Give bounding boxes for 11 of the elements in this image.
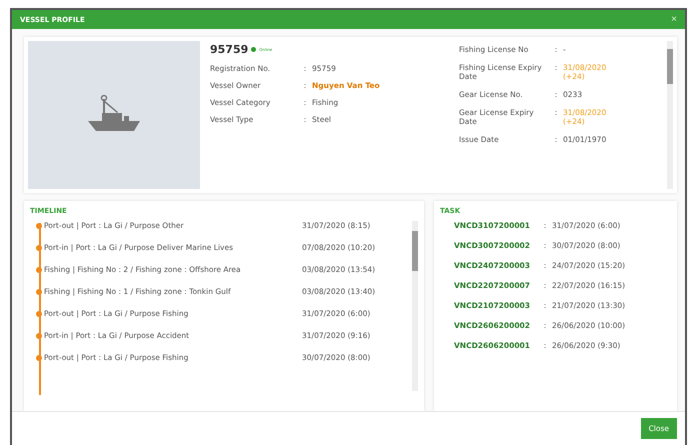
timeline-dot <box>36 244 42 250</box>
scrollbar[interactable] <box>412 221 418 391</box>
timeline-dot <box>36 266 42 272</box>
timeline-dot <box>36 222 42 228</box>
vessel-number: 95759 <box>210 43 248 56</box>
timeline-dot <box>36 354 42 360</box>
scrollbar[interactable] <box>667 41 673 189</box>
close-button[interactable]: × <box>671 14 677 25</box>
timeline-dot <box>36 332 42 338</box>
timeline-dot <box>36 310 42 316</box>
timeline-dot <box>36 288 42 294</box>
